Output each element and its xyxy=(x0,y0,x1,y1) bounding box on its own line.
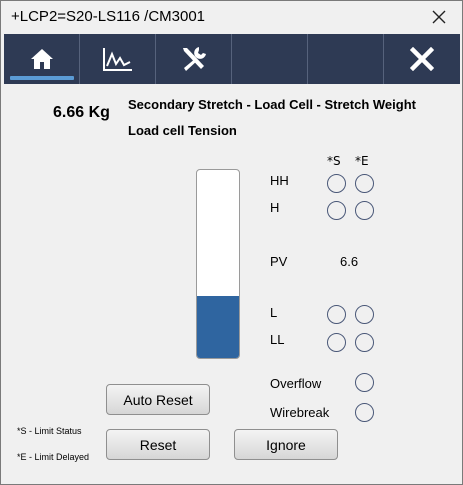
auto-reset-button[interactable]: Auto Reset xyxy=(106,384,210,415)
hh-status-lamp xyxy=(327,174,346,193)
home-icon xyxy=(30,49,53,69)
pv-label: PV xyxy=(270,254,288,269)
trend-button[interactable] xyxy=(80,34,156,84)
h-status-lamp xyxy=(327,201,346,220)
wirebreak-lamp xyxy=(355,403,374,422)
level-bar-fill xyxy=(197,295,239,358)
tools-button[interactable] xyxy=(156,34,232,84)
title-bar: +LCP2=S20-LS116 /CM3001 xyxy=(1,1,462,34)
window-title: +LCP2=S20-LS116 /CM3001 xyxy=(11,8,206,25)
ll-label: LL xyxy=(270,332,285,347)
l-label: L xyxy=(270,305,278,320)
home-button[interactable] xyxy=(4,34,80,84)
toolbar-empty-slot-2 xyxy=(308,34,384,84)
level-bar xyxy=(196,169,240,359)
pv-value: 6.6 xyxy=(340,254,359,269)
tag-description: Secondary Stretch - Load Cell - Stretch … xyxy=(128,97,416,112)
toolbar-empty-slot-1 xyxy=(232,34,308,84)
h-label: H xyxy=(270,200,280,215)
close-icon xyxy=(410,47,434,71)
faceplate-toolbar xyxy=(4,34,460,84)
overflow-label: Overflow xyxy=(270,376,322,391)
window-close-button[interactable] xyxy=(425,5,453,29)
h-delay-lamp xyxy=(355,201,374,220)
status-column-header: *S xyxy=(327,154,341,168)
faceplate-close-button[interactable] xyxy=(384,34,460,84)
hh-label: HH xyxy=(270,173,289,188)
trend-chart-icon xyxy=(102,48,132,71)
footnote-limit-status: *S - Limit Status xyxy=(17,426,82,436)
ignore-button[interactable]: Ignore xyxy=(234,429,338,460)
tag-subtitle: Load cell Tension xyxy=(128,123,237,138)
tools-icon xyxy=(182,47,206,71)
faceplate-window: +LCP2=S20-LS116 /CM3001 6.66 Kg Secondar… xyxy=(0,0,463,485)
wirebreak-label: Wirebreak xyxy=(270,405,330,420)
hh-delay-lamp xyxy=(355,174,374,193)
overflow-lamp xyxy=(355,373,374,392)
reset-button[interactable]: Reset xyxy=(106,429,210,460)
close-icon xyxy=(432,10,446,24)
l-status-lamp xyxy=(327,305,346,324)
l-delay-lamp xyxy=(355,305,374,324)
delay-column-header: *E xyxy=(355,154,369,168)
ll-status-lamp xyxy=(327,333,346,352)
footnote-limit-delayed: *E - Limit Delayed xyxy=(17,452,90,462)
ll-delay-lamp xyxy=(355,333,374,352)
process-value: 6.66 Kg xyxy=(53,104,110,121)
active-tab-indicator xyxy=(10,76,74,80)
